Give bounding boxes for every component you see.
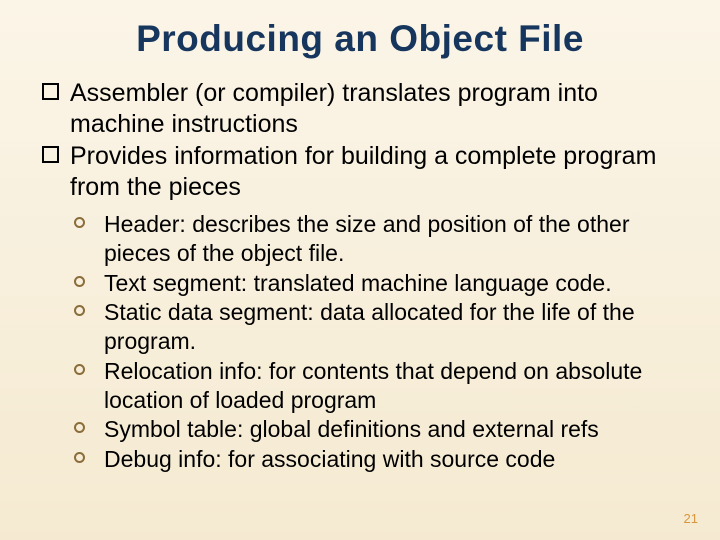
slide-title: Producing an Object File: [30, 18, 690, 60]
sub-text-segment: Text segment: translated machine languag…: [74, 269, 690, 298]
sub-relocation: Relocation info: for contents that depen…: [74, 357, 690, 415]
square-bullet-icon: [42, 146, 59, 163]
sub-symbol-table: Symbol table: global definitions and ext…: [74, 415, 690, 444]
bullet-provides: Provides information for building a comp…: [42, 141, 690, 202]
circle-bullet-icon: [74, 364, 85, 375]
sub-text: Text segment: translated machine languag…: [104, 270, 612, 296]
sub-text: Debug info: for associating with source …: [104, 446, 555, 472]
page-number: 21: [684, 511, 698, 526]
bullet-text: Provides information for building a comp…: [70, 142, 656, 201]
sub-debug-info: Debug info: for associating with source …: [74, 445, 690, 474]
main-bullet-list: Assembler (or compiler) translates progr…: [42, 78, 690, 202]
sub-static-data: Static data segment: data allocated for …: [74, 298, 690, 356]
square-bullet-icon: [42, 83, 59, 100]
circle-bullet-icon: [74, 452, 85, 463]
sub-text: Static data segment: data allocated for …: [104, 299, 635, 354]
sub-text: Symbol table: global definitions and ext…: [104, 416, 599, 442]
circle-bullet-icon: [74, 422, 85, 433]
sub-bullet-list: Header: describes the size and position …: [74, 210, 690, 474]
bullet-text: Assembler (or compiler) translates progr…: [70, 79, 598, 138]
circle-bullet-icon: [74, 276, 85, 287]
sub-text: Relocation info: for contents that depen…: [104, 358, 642, 413]
sub-header: Header: describes the size and position …: [74, 210, 690, 268]
bullet-assembler: Assembler (or compiler) translates progr…: [42, 78, 690, 139]
circle-bullet-icon: [74, 217, 85, 228]
sub-text: Header: describes the size and position …: [104, 211, 630, 266]
circle-bullet-icon: [74, 305, 85, 316]
